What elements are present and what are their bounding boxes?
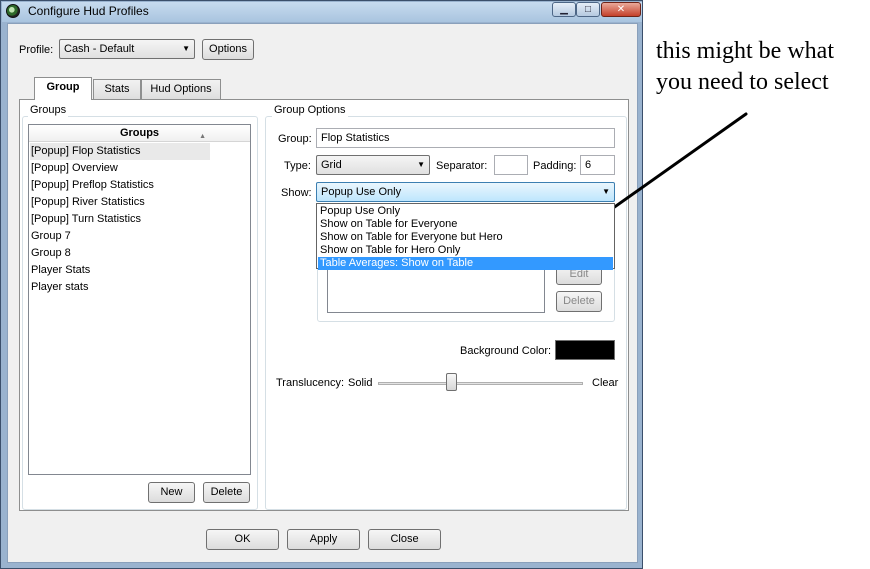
list-item[interactable]: [Popup] Overview: [30, 160, 118, 177]
close-button[interactable]: Close: [368, 529, 441, 550]
groups-title: Groups: [28, 103, 69, 117]
app-icon: [6, 4, 20, 18]
list-item[interactable]: Player Stats: [30, 262, 90, 279]
maximize-button[interactable]: □: [576, 2, 600, 17]
type-select-value: Grid: [321, 159, 342, 171]
list-item[interactable]: [Popup] Preflop Statistics: [30, 177, 154, 194]
show-dropdown-list[interactable]: Popup Use Only Show on Table for Everyon…: [316, 203, 615, 270]
annotation-line-2: you need to select: [656, 69, 829, 95]
dropdown-option-highlighted[interactable]: Table Averages: Show on Table: [318, 257, 613, 270]
list-item[interactable]: Group 7: [30, 228, 71, 245]
profile-select[interactable]: Cash - Default ▼: [59, 39, 195, 59]
tab-stats[interactable]: Stats: [93, 79, 141, 99]
background-color-swatch[interactable]: [555, 340, 615, 360]
translucency-min-label: Solid: [348, 377, 373, 389]
groups-column-header[interactable]: Groups ▲: [29, 125, 250, 142]
profile-label: Profile:: [19, 44, 54, 56]
new-group-button[interactable]: New: [148, 482, 195, 503]
background-color-label: Background Color:: [460, 345, 552, 357]
tab-hud-options[interactable]: Hud Options: [141, 79, 221, 99]
type-select[interactable]: Grid ▼: [316, 155, 430, 175]
group-name-label: Group:: [278, 133, 312, 145]
chevron-down-icon: ▼: [417, 160, 425, 169]
groups-list[interactable]: Groups ▲ [Popup] Flop Statistics [Popup]…: [28, 124, 251, 475]
translucency-label: Translucency:: [276, 377, 345, 389]
profile-select-value: Cash - Default: [64, 43, 135, 55]
translucency-slider-track[interactable]: [378, 382, 583, 385]
options-button[interactable]: Options: [202, 39, 254, 60]
ok-button[interactable]: OK: [206, 529, 279, 550]
list-item[interactable]: [Popup] Flop Statistics: [30, 143, 210, 160]
group-options-title: Group Options: [272, 103, 348, 117]
list-item[interactable]: [Popup] Turn Statistics: [30, 211, 141, 228]
separator-label: Separator:: [436, 160, 488, 172]
tab-group[interactable]: Group: [34, 77, 92, 100]
window-title: Configure Hud Profiles: [28, 4, 149, 18]
dropdown-option[interactable]: Show on Table for Everyone: [318, 218, 613, 231]
chevron-down-icon: ▼: [182, 44, 190, 53]
type-label: Type:: [284, 160, 311, 172]
annotation-line-1: this might be what: [656, 38, 834, 64]
translucency-max-label: Clear: [592, 377, 619, 389]
groups-column-header-label: Groups: [119, 127, 160, 139]
list-item[interactable]: Group 8: [30, 245, 71, 262]
apply-button[interactable]: Apply: [287, 529, 360, 550]
minimize-button[interactable]: ▁: [552, 2, 576, 17]
translucency-slider-thumb[interactable]: [446, 373, 458, 391]
delete-group-button[interactable]: Delete: [203, 482, 250, 503]
list-item[interactable]: Player stats: [30, 279, 88, 296]
dropdown-option[interactable]: Show on Table for Hero Only: [318, 244, 613, 257]
close-window-button[interactable]: ✕: [601, 2, 641, 17]
dropdown-option[interactable]: Show on Table for Everyone but Hero: [318, 231, 613, 244]
delete-stat-button[interactable]: Delete: [556, 291, 602, 312]
annotation-text: this might be what you need to select: [656, 36, 866, 98]
list-item[interactable]: [Popup] River Statistics: [30, 194, 145, 211]
dropdown-option[interactable]: Popup Use Only: [318, 205, 613, 218]
show-label: Show:: [281, 187, 312, 199]
show-select-value: Popup Use Only: [321, 186, 402, 198]
